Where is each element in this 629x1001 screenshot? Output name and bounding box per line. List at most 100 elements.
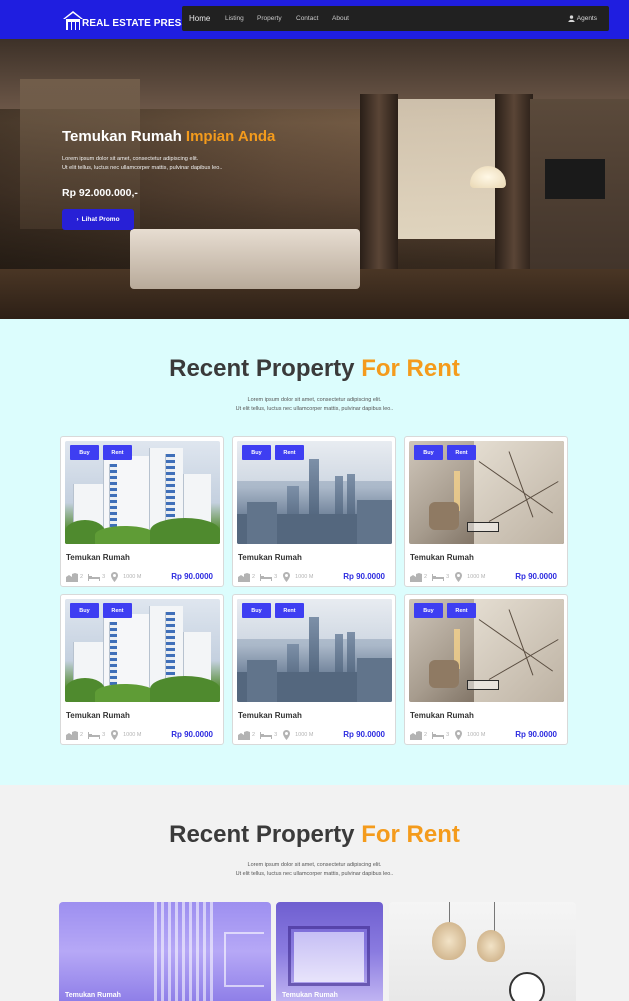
nav-listing[interactable]: Listing	[225, 6, 244, 31]
gallery-item-title: Temukan Rumah	[65, 992, 121, 999]
hero-desc-line: Ut elit tellus, luctus nec ullamcorper m…	[62, 165, 223, 171]
bed-icon	[260, 574, 273, 581]
building-icon	[410, 572, 422, 582]
property-image[interactable]: Buy Rent	[65, 441, 220, 544]
recent-property-section: Recent Property For Rent Lorem ipsum dol…	[0, 319, 629, 785]
property-image[interactable]: Buy Rent	[237, 441, 392, 544]
buy-badge[interactable]: Buy	[242, 445, 271, 460]
image-table	[467, 680, 499, 690]
location-pin-icon	[455, 730, 463, 740]
property-area: 1000 M	[467, 732, 486, 738]
brand-logo[interactable]: REAL ESTATE PRESS	[62, 9, 188, 31]
hero-banner: Temukan Rumah Impian Anda Lorem ipsum do…	[0, 39, 629, 319]
rent-badge[interactable]: Rent	[103, 445, 132, 460]
image-tree	[150, 518, 220, 544]
hero-image-tv	[545, 159, 605, 199]
gallery-item-title: Temukan Rumah	[282, 992, 338, 999]
property-card[interactable]: Buy Rent Temukan Rumah 2 3 1000 M Rp 90.…	[404, 594, 568, 745]
rent-badge[interactable]: Rent	[103, 603, 132, 618]
location-pin-icon	[111, 572, 119, 582]
gallery-image-cord	[494, 902, 495, 932]
bed-icon	[88, 732, 101, 739]
nav-about[interactable]: About	[332, 6, 349, 31]
building-icon	[66, 572, 78, 582]
property-card[interactable]: Buy Rent Temukan Rumah 2 3 1000 M Rp 90.…	[60, 594, 224, 745]
property-image[interactable]: Buy Rent	[65, 599, 220, 702]
rent-badge[interactable]: Rent	[275, 445, 304, 460]
property-title[interactable]: Temukan Rumah	[238, 711, 302, 720]
section-title-main: Recent Property	[169, 355, 355, 382]
nav-agents[interactable]: Agents	[568, 6, 597, 31]
hero-title: Temukan Rumah Impian Anda	[62, 128, 275, 145]
brand-name: REAL ESTATE PRESS	[82, 18, 189, 29]
rent-badge[interactable]: Rent	[447, 445, 476, 460]
property-price: Rp 90.0000	[343, 730, 385, 739]
property-card[interactable]: Buy Rent Temukan Rumah 2 3 1000 M Rp 90.…	[232, 436, 396, 587]
nav-contact[interactable]: Contact	[296, 6, 318, 31]
property-price: Rp 90.0000	[515, 572, 557, 581]
property-beds: 2	[252, 574, 256, 580]
property-title[interactable]: Temukan Rumah	[238, 553, 302, 562]
location-pin-icon	[283, 572, 291, 582]
rent-badge[interactable]: Rent	[447, 603, 476, 618]
gallery-item[interactable]: Temukan Rumah	[59, 902, 271, 1001]
gallery-item[interactable]: Temukan Rumah	[276, 902, 383, 1001]
property-card[interactable]: Buy Rent Temukan Rumah 2 3 1000 M Rp 90.…	[232, 594, 396, 745]
property-baths: 3	[274, 574, 278, 580]
hero-image-panel	[20, 79, 140, 229]
house-icon	[62, 9, 84, 31]
gallery-image-clock	[509, 972, 545, 1001]
property-baths: 3	[102, 732, 106, 738]
property-title[interactable]: Temukan Rumah	[410, 711, 474, 720]
gallery-item[interactable]	[389, 902, 576, 1001]
property-beds: 2	[80, 732, 84, 738]
property-card[interactable]: Buy Rent Temukan Rumah 2 3 1000 M Rp 90.…	[60, 436, 224, 587]
property-price: Rp 90.0000	[343, 572, 385, 581]
image-tree	[95, 526, 155, 544]
property-image[interactable]: Buy Rent	[409, 599, 564, 702]
property-image[interactable]: Buy Rent	[237, 599, 392, 702]
gallery-image-frame	[288, 926, 370, 986]
location-pin-icon	[455, 572, 463, 582]
buy-badge[interactable]: Buy	[414, 603, 443, 618]
navbar: REAL ESTATE PRESS Home Listing Property …	[0, 0, 629, 39]
buy-badge[interactable]: Buy	[70, 445, 99, 460]
bed-icon	[88, 574, 101, 581]
nav-property[interactable]: Property	[257, 6, 282, 31]
section-sub-line: Lorem ipsum dolor sit amet, consectetur …	[247, 862, 382, 868]
property-title[interactable]: Temukan Rumah	[66, 553, 130, 562]
main-menu: Home Listing Property Contact About Agen…	[182, 6, 609, 31]
hero-price: Rp 92.000.000,-	[62, 187, 138, 199]
hero-image-curtain	[360, 94, 398, 269]
location-pin-icon	[111, 730, 119, 740]
hero-title-accent: Impian Anda	[185, 128, 276, 145]
property-image[interactable]: Buy Rent	[409, 441, 564, 544]
buy-badge[interactable]: Buy	[70, 603, 99, 618]
hero-title-main: Temukan Rumah	[62, 128, 182, 145]
hero-desc-line: Lorem ipsum dolor sit amet, consectetur …	[62, 156, 199, 162]
property-title[interactable]: Temukan Rumah	[410, 553, 474, 562]
property-title[interactable]: Temukan Rumah	[66, 711, 130, 720]
lihat-promo-button[interactable]: › Lihat Promo	[62, 209, 134, 230]
buy-badge[interactable]: Buy	[414, 445, 443, 460]
nav-home[interactable]: Home	[189, 6, 210, 31]
section-title-accent: For Rent	[361, 355, 460, 382]
property-baths: 3	[446, 574, 450, 580]
rent-badge[interactable]: Rent	[275, 603, 304, 618]
image-lowrise	[357, 500, 392, 544]
bed-icon	[432, 732, 445, 739]
property-baths: 3	[446, 732, 450, 738]
gallery-image-shelf	[224, 932, 264, 987]
property-price: Rp 90.0000	[171, 730, 213, 739]
image-chair	[429, 660, 459, 688]
property-area: 1000 M	[467, 574, 486, 580]
property-card[interactable]: Buy Rent Temukan Rumah 2 3 1000 M Rp 90.…	[404, 436, 568, 587]
bed-icon	[432, 574, 445, 581]
property-area: 1000 M	[295, 732, 314, 738]
property-beds: 2	[424, 732, 428, 738]
section-title: Recent Property For Rent	[0, 821, 629, 849]
hero-description: Lorem ipsum dolor sit amet, consectetur …	[62, 155, 292, 173]
buy-badge[interactable]: Buy	[242, 603, 271, 618]
property-area: 1000 M	[123, 732, 142, 738]
building-icon	[410, 730, 422, 740]
